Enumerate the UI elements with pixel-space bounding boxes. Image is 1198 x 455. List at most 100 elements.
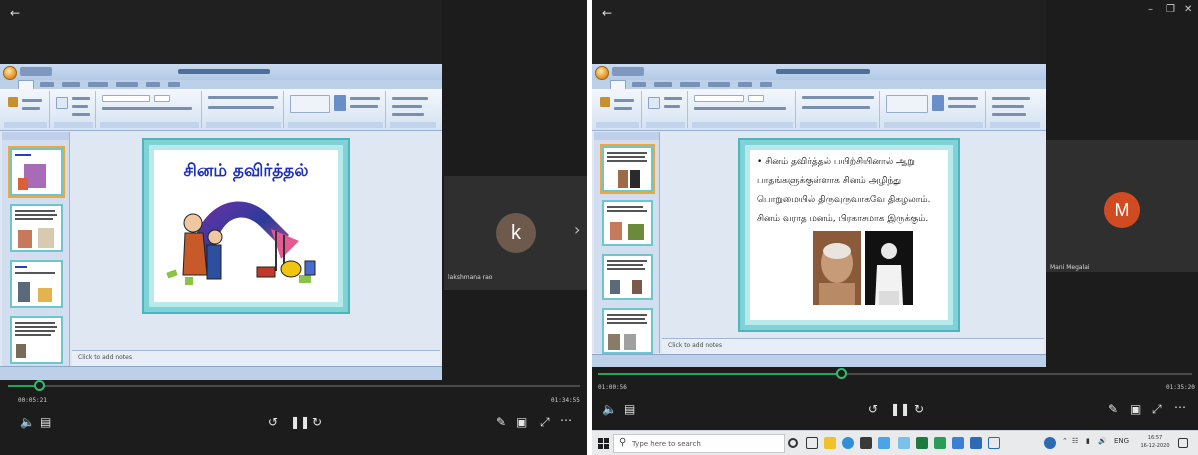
ribbon-group-paragraph[interactable] xyxy=(798,91,880,128)
office-button-icon[interactable] xyxy=(595,66,609,80)
slide-editor[interactable]: • சினம் தவிர்த்தல் பயிற்சியினால் ஆறு பாத… xyxy=(662,132,1044,338)
slide-editor[interactable]: சினம் தவிர்த்தல் xyxy=(72,132,440,350)
app-icon[interactable] xyxy=(952,437,964,449)
ribbon-group-clipboard[interactable] xyxy=(594,91,642,128)
tray-chevron-icon[interactable]: ⌃ xyxy=(1062,437,1068,445)
back-arrow-icon[interactable]: ← xyxy=(10,6,20,20)
tab-home[interactable] xyxy=(610,80,626,89)
pause-icon[interactable]: ❚❚ xyxy=(890,403,910,415)
pause-icon[interactable]: ❚❚ xyxy=(290,416,310,428)
volume-icon[interactable]: 🔈 xyxy=(602,403,617,415)
store-icon[interactable] xyxy=(860,437,872,449)
thumbnail-slide[interactable] xyxy=(10,316,63,364)
tab-design[interactable] xyxy=(654,82,672,87)
miniplayer-icon[interactable]: ▣ xyxy=(1130,403,1141,415)
tab-review[interactable] xyxy=(146,82,160,87)
mail-icon[interactable] xyxy=(878,437,890,449)
network-icon[interactable]: ☷ xyxy=(1072,437,1078,445)
language-indicator[interactable]: ENG xyxy=(1114,437,1129,445)
forward-icon[interactable]: ↻ xyxy=(312,416,322,428)
volume-tray-icon[interactable]: 🔊 xyxy=(1098,437,1107,445)
tab-slide-show[interactable] xyxy=(116,82,138,87)
app-icon[interactable] xyxy=(988,437,1000,449)
thumbnail-slide[interactable] xyxy=(10,260,63,308)
participant-tile[interactable]: M Mani Megalai xyxy=(1046,140,1198,272)
ribbon-group-clipboard[interactable] xyxy=(2,91,50,128)
thumbnail-tabs[interactable] xyxy=(2,132,69,140)
ribbon-group-drawing[interactable] xyxy=(286,91,386,128)
windows-start-icon[interactable] xyxy=(598,438,609,449)
edit-icon[interactable]: ✎ xyxy=(496,416,506,428)
notes-pane[interactable]: Click to add notes xyxy=(662,338,1044,354)
cortana-icon[interactable] xyxy=(788,438,798,448)
edit-icon[interactable]: ✎ xyxy=(1108,403,1118,415)
slide-thumbnails-pane[interactable] xyxy=(2,132,70,380)
thumbnail-slide[interactable] xyxy=(10,204,63,252)
fullscreen-icon[interactable]: ⤢ xyxy=(1152,403,1162,415)
tab-home[interactable] xyxy=(18,80,34,89)
captions-icon[interactable]: ▤ xyxy=(40,416,51,428)
battery-icon[interactable]: ▮ xyxy=(1086,437,1090,445)
close-icon[interactable]: ✕ xyxy=(1184,4,1192,16)
tab-view[interactable] xyxy=(168,82,180,87)
tab-view[interactable] xyxy=(760,82,772,87)
edge-icon[interactable] xyxy=(842,437,854,449)
tab-design[interactable] xyxy=(62,82,80,87)
ribbon-group-font[interactable] xyxy=(98,91,202,128)
progress-bar[interactable] xyxy=(598,368,1192,379)
file-explorer-icon[interactable] xyxy=(824,437,836,449)
taskbar-search-box[interactable]: ⚲ Type here to search xyxy=(613,434,785,453)
quick-access-toolbar[interactable] xyxy=(612,67,644,76)
next-arrow-icon[interactable]: › xyxy=(574,220,580,239)
notifications-icon[interactable] xyxy=(1178,438,1188,448)
thumbnail-slide[interactable] xyxy=(602,200,653,246)
notes-pane[interactable]: Click to add notes xyxy=(72,350,440,366)
tab-review[interactable] xyxy=(738,82,752,87)
rewind-icon[interactable]: ↺ xyxy=(868,403,878,415)
help-icon[interactable] xyxy=(1044,437,1056,449)
more-options-icon[interactable]: ⋯ xyxy=(560,414,572,426)
ribbon-group-drawing[interactable] xyxy=(882,91,986,128)
ribbon-group-editing[interactable] xyxy=(988,91,1042,128)
tab-insert[interactable] xyxy=(40,82,54,87)
progress-knob[interactable] xyxy=(836,368,847,379)
app-icon[interactable] xyxy=(934,437,946,449)
office-button-icon[interactable] xyxy=(3,66,17,80)
participant-tile[interactable]: k lakshmana rao xyxy=(444,176,587,290)
rewind-icon[interactable]: ↺ xyxy=(268,416,278,428)
ribbon-group-slides[interactable] xyxy=(52,91,96,128)
captions-icon[interactable]: ▤ xyxy=(624,403,635,415)
tab-insert[interactable] xyxy=(632,82,646,87)
back-arrow-icon[interactable]: ← xyxy=(602,6,612,20)
fullscreen-icon[interactable]: ⤢ xyxy=(540,416,550,428)
task-view-icon[interactable] xyxy=(806,437,818,449)
tab-slide-show[interactable] xyxy=(708,82,730,87)
ribbon-group-paragraph[interactable] xyxy=(204,91,284,128)
shared-screen: • சினம் தவிர்த்தல் பயிற்சியினால் ஆறு பாத… xyxy=(592,64,1046,367)
restore-icon[interactable]: ❐ xyxy=(1166,4,1175,16)
thumbnail-slide[interactable] xyxy=(602,308,653,354)
minimize-icon[interactable]: – xyxy=(1148,4,1153,16)
word-icon[interactable] xyxy=(970,437,982,449)
tab-animations[interactable] xyxy=(680,82,700,87)
thumbnail-slide[interactable] xyxy=(602,254,653,300)
ribbon-group-slides[interactable] xyxy=(644,91,688,128)
volume-icon[interactable]: 🔈 xyxy=(20,416,35,428)
thumbnail-tabs[interactable] xyxy=(594,132,659,140)
excel-icon[interactable] xyxy=(916,437,928,449)
progress-bar[interactable] xyxy=(8,380,580,391)
miniplayer-icon[interactable]: ▣ xyxy=(516,416,527,428)
more-options-icon[interactable]: ⋯ xyxy=(1174,401,1186,413)
forward-icon[interactable]: ↻ xyxy=(914,403,924,415)
ribbon-group-font[interactable] xyxy=(690,91,796,128)
progress-knob[interactable] xyxy=(34,380,45,391)
slide-thumbnails-pane[interactable] xyxy=(594,132,660,367)
ribbon-group-editing[interactable] xyxy=(388,91,438,128)
quick-access-toolbar[interactable] xyxy=(20,67,52,76)
thumbnail-slide[interactable] xyxy=(10,148,63,196)
tab-animations[interactable] xyxy=(88,82,108,87)
taskbar-clock[interactable]: 16:57 16-12-2020 xyxy=(1138,434,1172,450)
top-bar: ← xyxy=(592,0,1046,64)
app-icon[interactable] xyxy=(898,437,910,449)
thumbnail-slide[interactable] xyxy=(602,146,653,192)
